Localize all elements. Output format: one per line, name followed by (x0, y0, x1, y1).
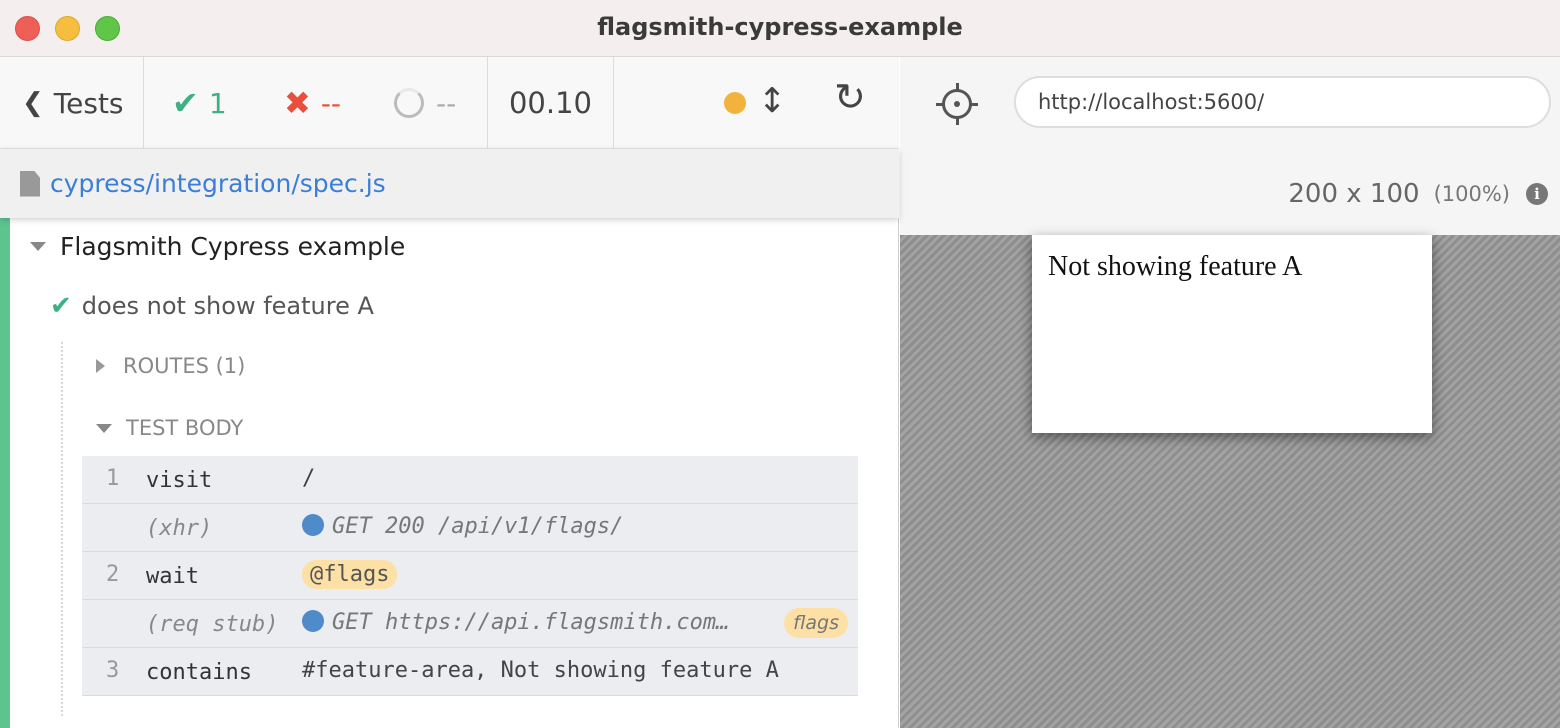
viewport-size: 200 x 100 (1288, 179, 1420, 209)
tests-label: Tests (53, 86, 124, 120)
app-iframe[interactable]: Not showing feature A (1032, 235, 1432, 433)
command-row[interactable]: (xhr) GET 200 /api/v1/flags/ (82, 504, 858, 552)
check-icon: ✔ (172, 84, 199, 122)
test-body-section[interactable]: TEST BODY (96, 416, 243, 440)
command-row[interactable]: 2 wait @flags (82, 552, 858, 600)
caret-down-icon (30, 242, 46, 251)
command-message: GET 200 /api/v1/flags/ (332, 514, 624, 539)
url-bar[interactable]: http://localhost:5600/ (1014, 76, 1551, 128)
spec-file-link[interactable]: cypress/integration/spec.js (50, 169, 386, 198)
check-icon: ✔ (50, 291, 72, 321)
reporter-panel: ❮ Tests ✔ 1 ✖ -- -- 00.10 ↕ ↻ cypress/in… (0, 57, 899, 728)
rerun-icon[interactable]: ↻ (834, 75, 866, 119)
command-row[interactable]: 3 contains #feature-area, Not showing fe… (82, 648, 858, 696)
command-name: wait (146, 564, 199, 589)
duration: 00.10 (488, 57, 614, 149)
reporter-toolbar: ❮ Tests ✔ 1 ✖ -- -- 00.10 ↕ ↻ (0, 57, 899, 149)
command-message: #feature-area, Not showing feature A (302, 658, 779, 683)
aut-stage: Not showing feature A (900, 235, 1560, 728)
chevron-left-icon: ❮ (22, 88, 44, 118)
file-icon (20, 170, 40, 197)
viewport-info: 200 x 100 (100%) i (1288, 179, 1548, 209)
aut-panel: http://localhost:5600/ 200 x 100 (100%) … (900, 57, 1560, 728)
runner-controls: ↕ ↻ (614, 57, 899, 149)
test-body-label: TEST BODY (126, 416, 244, 440)
pass-status-bar (0, 218, 10, 728)
suite-title[interactable]: Flagsmith Cypress example (30, 232, 405, 261)
failed-stat: ✖ -- (284, 84, 341, 122)
feature-area-text: Not showing feature A (1048, 251, 1303, 282)
routes-section[interactable]: ROUTES (1) (96, 354, 245, 378)
x-icon: ✖ (284, 84, 311, 122)
window-title: flagsmith-cypress-example (597, 13, 963, 41)
command-row[interactable]: (req stub) GET https://api.flagsmith.com… (82, 600, 858, 648)
xhr-status-dot-icon (302, 610, 324, 632)
caret-right-icon (96, 359, 105, 373)
command-message: / (302, 466, 316, 491)
selector-playground-crosshair-icon[interactable] (936, 83, 978, 125)
command-message-wrap: GET https://api.flagsmith.com… (302, 610, 729, 635)
routes-label: ROUTES (1) (123, 354, 246, 378)
info-icon[interactable]: i (1526, 183, 1548, 205)
test-stats: ✔ 1 ✖ -- -- (144, 57, 488, 149)
command-message: GET https://api.flagsmith.com… (332, 610, 730, 635)
aut-header: http://localhost:5600/ 200 x 100 (100%) … (900, 57, 1560, 235)
command-row[interactable]: 1 visit / (82, 456, 858, 504)
title-bar: flagsmith-cypress-example (0, 0, 1560, 57)
passed-count: 1 (208, 86, 227, 120)
auto-scroll-toggle-icon[interactable]: ↕ (758, 81, 787, 121)
command-number: 1 (106, 466, 120, 491)
alias-tag: @flags (302, 560, 398, 589)
tests-button[interactable]: ❮ Tests (0, 57, 144, 149)
test-title-text: does not show feature A (81, 292, 374, 320)
passed-stat: ✔ 1 (172, 84, 227, 122)
running-status-dot-icon (724, 92, 746, 114)
failed-count: -- (320, 86, 342, 120)
command-message-wrap: GET 200 /api/v1/flags/ (302, 514, 623, 539)
command-log: 1 visit / (xhr) GET 200 /api/v1/flags/ 2… (82, 456, 858, 696)
command-number: 2 (106, 562, 120, 587)
pending-count: -- (436, 86, 457, 120)
test-title[interactable]: ✔ does not show feature A (50, 291, 374, 321)
spec-file-bar: cypress/integration/spec.js (0, 149, 899, 218)
viewport-scale: (100%) (1433, 182, 1510, 206)
command-number: 3 (106, 658, 120, 683)
caret-down-icon (96, 423, 112, 433)
pending-circle-icon (394, 88, 424, 118)
xhr-status-dot-icon (302, 514, 324, 536)
pending-stat: -- (394, 87, 456, 120)
command-name: (xhr) (146, 516, 213, 541)
hooks-divider (61, 342, 63, 716)
command-name: contains (146, 660, 252, 685)
test-runnable-list: Flagsmith Cypress example ✔ does not sho… (0, 218, 899, 728)
command-name: (req stub) (146, 612, 279, 637)
suite-title-text: Flagsmith Cypress example (60, 232, 406, 261)
command-message-wrap: @flags (302, 560, 398, 589)
command-name: visit (146, 468, 213, 493)
alias-badge: flags (784, 608, 848, 638)
